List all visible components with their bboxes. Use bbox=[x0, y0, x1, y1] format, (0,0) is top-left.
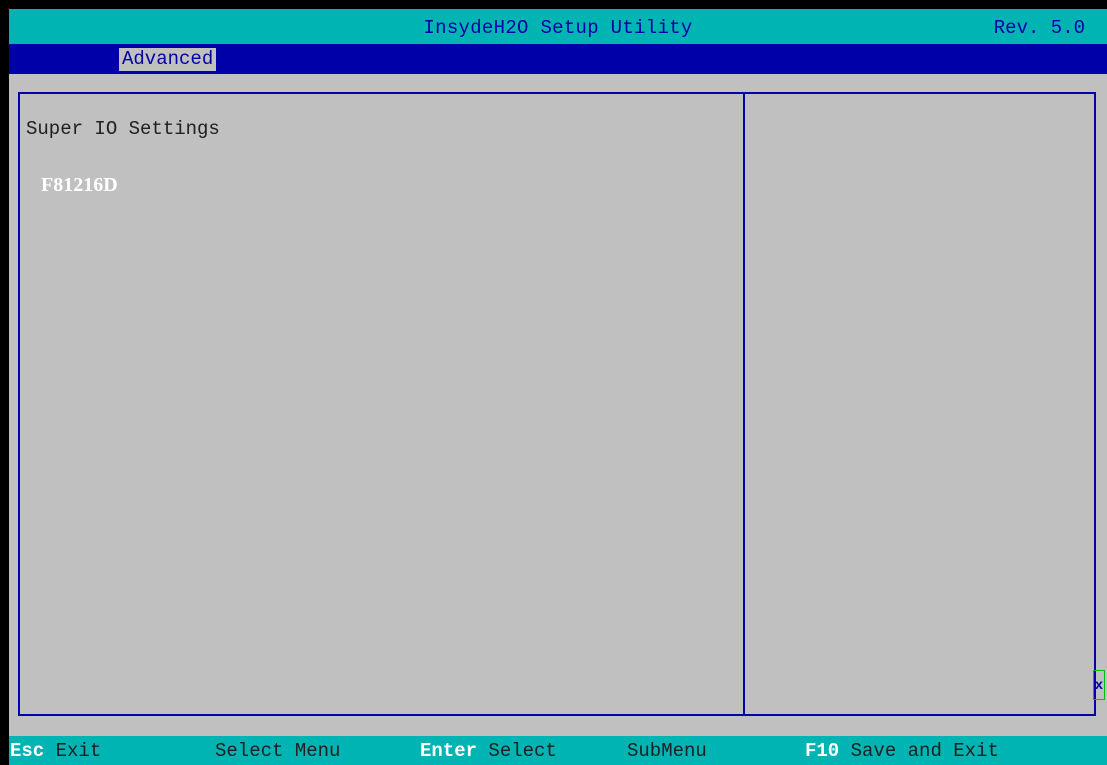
scroll-indicator[interactable]: x bbox=[1093, 670, 1105, 700]
footer-help-bar: Esc Exit Select Menu Enter Select SubMen… bbox=[9, 736, 1107, 765]
app-title: InsydeH2O Setup Utility bbox=[423, 17, 693, 39]
section-title: Super IO Settings bbox=[26, 118, 220, 140]
footer-select-menu: Select Menu bbox=[215, 740, 341, 762]
esc-label: Exit bbox=[55, 740, 102, 762]
enter-label: Select bbox=[488, 740, 557, 762]
f10-key: F10 bbox=[805, 740, 840, 762]
revision-label: Rev. 5.0 bbox=[993, 17, 1085, 39]
menu-bar: Advanced bbox=[9, 44, 1107, 74]
help-panel-divider bbox=[743, 94, 745, 714]
submenu-item-f81216d[interactable]: F81216D bbox=[41, 174, 118, 197]
title-bar: InsydeH2O Setup Utility Rev. 5.0 bbox=[9, 9, 1107, 44]
footer-esc-exit: Esc Exit bbox=[10, 740, 101, 762]
enter-key: Enter bbox=[420, 740, 478, 762]
footer-submenu: SubMenu bbox=[627, 740, 707, 762]
tab-advanced[interactable]: Advanced bbox=[119, 48, 217, 71]
footer-enter-select: Enter Select bbox=[420, 740, 557, 762]
bios-screen: InsydeH2O Setup Utility Rev. 5.0 Advance… bbox=[9, 9, 1107, 765]
main-panel: Super IO Settings F81216D bbox=[18, 92, 1096, 716]
footer-f10-save: F10 Save and Exit bbox=[805, 740, 999, 762]
f10-label: Save and Exit bbox=[850, 740, 999, 762]
esc-key: Esc bbox=[10, 740, 45, 762]
